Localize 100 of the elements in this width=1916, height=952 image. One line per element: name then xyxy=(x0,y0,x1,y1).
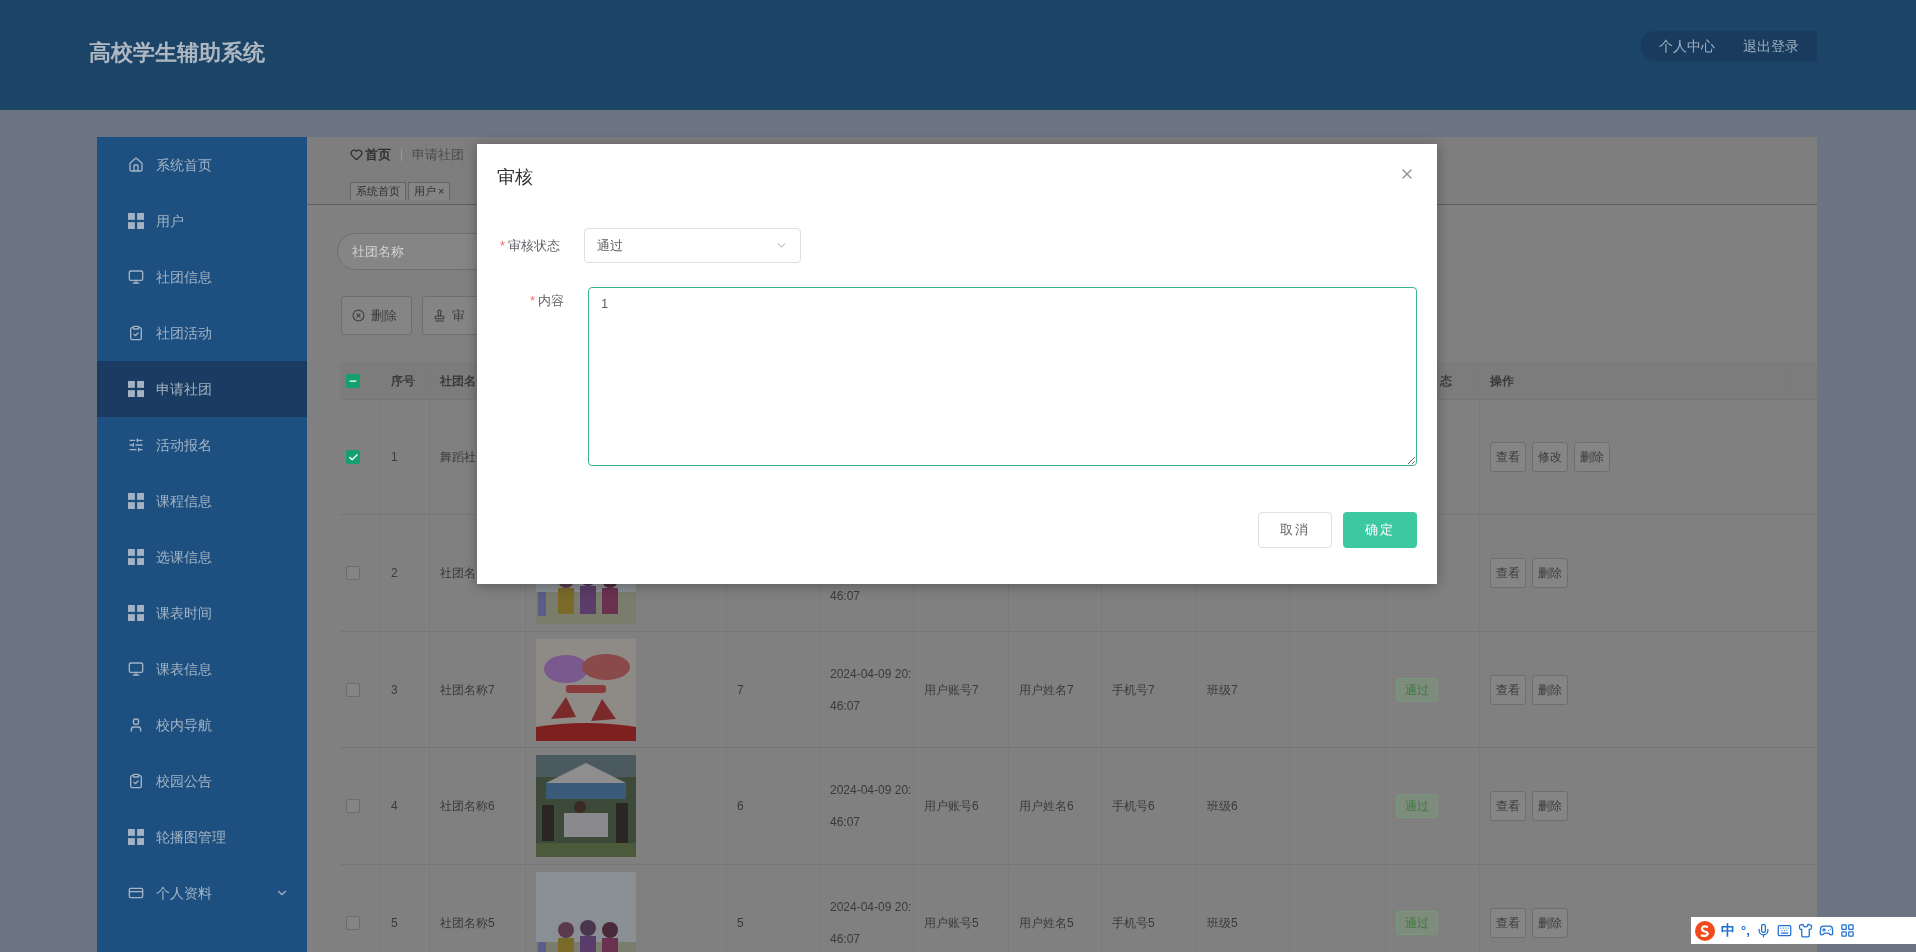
sidebar-item[interactable]: 社团信息 xyxy=(97,249,307,305)
row-action-button[interactable]: 查看 xyxy=(1490,907,1526,938)
sidebar-item[interactable]: 社团活动 xyxy=(97,305,307,361)
gamepad-icon[interactable] xyxy=(1818,923,1834,938)
required-mark: * xyxy=(530,292,536,310)
column-header: 社团名 xyxy=(440,372,476,390)
mic-icon[interactable] xyxy=(1755,923,1771,938)
dialog-title: 审核 xyxy=(497,165,533,189)
grid-icon xyxy=(128,493,144,509)
checkbox[interactable] xyxy=(346,373,360,388)
table-cell-text: 用户姓名5 xyxy=(1019,914,1074,932)
sliders-icon xyxy=(128,437,144,453)
app-title: 高校学生辅助系统 xyxy=(89,38,265,67)
table-cell-text: 班级5 xyxy=(1207,914,1238,932)
sidebar-item[interactable]: 轮播图管理 xyxy=(97,809,307,865)
table-cell-text: 社团名称7 xyxy=(440,681,495,699)
sidebar-item[interactable]: 活动报名 xyxy=(97,417,307,473)
column-header: 态 xyxy=(1440,372,1452,390)
table-cell-text: 社团名称5 xyxy=(440,914,495,932)
status-tag: 通过 xyxy=(1396,910,1438,935)
row-action-button[interactable]: 删除 xyxy=(1532,674,1568,705)
breadcrumb-link[interactable]: 首页 xyxy=(365,144,391,165)
checkbox[interactable] xyxy=(346,682,360,697)
row-action-button[interactable]: 查看 xyxy=(1490,558,1526,588)
checkbox[interactable] xyxy=(346,915,360,930)
user-icon xyxy=(128,717,144,733)
cancel-button[interactable]: 取消 xyxy=(1258,512,1332,548)
sidebar-item[interactable]: 校园公告 xyxy=(97,753,307,809)
checkbox[interactable] xyxy=(346,566,360,580)
table-cell-text: 手机号6 xyxy=(1112,798,1155,815)
table-cell-text: 7 xyxy=(737,681,744,699)
grid-icon[interactable] xyxy=(1839,923,1855,938)
checkbox[interactable] xyxy=(346,450,360,464)
logo-icon[interactable] xyxy=(1695,920,1715,941)
table-cell-text: 46:07 xyxy=(830,588,861,605)
table-cell-text: 手机号5 xyxy=(1112,914,1155,932)
circle-x-icon xyxy=(352,309,365,322)
input-mode[interactable]: 中 xyxy=(1721,920,1735,941)
table-cell-text: 46:07 xyxy=(830,930,861,948)
confirm-button[interactable]: 确定 xyxy=(1343,512,1417,548)
sidebar-item[interactable]: 系统首页 xyxy=(97,137,307,193)
status-tag: 通过 xyxy=(1396,677,1438,702)
stamp-icon xyxy=(433,309,446,322)
heart-icon xyxy=(350,148,363,161)
delete-button[interactable]: 删除 xyxy=(341,296,412,335)
check-icon xyxy=(347,451,359,463)
status-tag: 通过 xyxy=(1396,794,1438,818)
header-link[interactable]: 个人中心 xyxy=(1659,35,1715,57)
row-action-button[interactable]: 查看 xyxy=(1490,674,1526,705)
row-action-button[interactable]: 删除 xyxy=(1532,558,1568,588)
table-cell-text: 5 xyxy=(391,914,398,932)
row-action-button[interactable]: 查看 xyxy=(1490,442,1526,472)
table-cell-text: 46:07 xyxy=(830,814,861,831)
table-cell-text: 2024-04-09 20: xyxy=(830,665,912,683)
table-cell-text: 4 xyxy=(391,798,398,815)
card-icon xyxy=(128,885,144,901)
table-cell-text: 手机号7 xyxy=(1112,681,1155,699)
sidebar-item[interactable]: 选课信息 xyxy=(97,529,307,585)
table-cell-text: 5 xyxy=(737,914,744,932)
sidebar-item[interactable]: 用户 xyxy=(97,193,307,249)
grid-icon xyxy=(128,381,144,397)
table-cell-text: 2024-04-09 20: xyxy=(830,782,912,799)
table-cell-text: 社团名 xyxy=(440,565,476,582)
sidebar-item[interactable]: 课表时间 xyxy=(97,585,307,641)
shirt-icon[interactable] xyxy=(1797,923,1813,938)
table-cell-text: 用户账号5 xyxy=(924,914,979,932)
row-action-button[interactable]: 删除 xyxy=(1532,907,1568,938)
monitor-icon xyxy=(128,661,144,677)
page-tab[interactable]: 系统首页 xyxy=(350,182,406,200)
row-action-button[interactable]: 修改 xyxy=(1532,442,1568,472)
grid-icon xyxy=(128,549,144,565)
sidebar-item[interactable]: 个人资料 xyxy=(97,865,307,921)
keyboard-icon[interactable] xyxy=(1776,923,1792,938)
tab-close[interactable]: × xyxy=(438,183,445,200)
table-cell-text: 舞蹈社 xyxy=(440,449,476,466)
table-cell-text: 用户账号6 xyxy=(924,798,979,815)
sidebar-item[interactable]: 课表信息 xyxy=(97,641,307,697)
table-cell-text: 2 xyxy=(391,565,398,582)
table-cell-text: 46:07 xyxy=(830,697,861,715)
field-label: 内容 xyxy=(538,292,565,310)
table-cell-text: 用户账号7 xyxy=(924,681,979,699)
checkbox[interactable] xyxy=(346,799,360,813)
clipboard-icon xyxy=(128,325,144,341)
home-icon xyxy=(128,157,144,173)
page-tab[interactable]: 用户 × xyxy=(408,182,451,200)
row-action-button[interactable]: 删除 xyxy=(1574,442,1610,472)
grid-icon xyxy=(128,605,144,621)
table-cell-text: 班级7 xyxy=(1207,681,1238,699)
punctuation-mode[interactable]: °, xyxy=(1741,920,1750,941)
sidebar-item[interactable]: 课程信息 xyxy=(97,473,307,529)
table-cell-text: 班级6 xyxy=(1207,798,1238,815)
row-action-button[interactable]: 查看 xyxy=(1490,791,1526,821)
row-action-button[interactable]: 删除 xyxy=(1532,791,1568,821)
content-textarea[interactable]: 1 xyxy=(588,287,1417,466)
table-cell-text: 3 xyxy=(391,681,398,699)
sidebar-item[interactable]: 校内导航 xyxy=(97,697,307,753)
status-select[interactable]: 通过 xyxy=(584,228,802,263)
header-link[interactable]: 退出登录 xyxy=(1743,35,1799,57)
sidebar-item[interactable]: 申请社团 xyxy=(97,361,307,417)
column-header: 操作 xyxy=(1490,372,1514,390)
